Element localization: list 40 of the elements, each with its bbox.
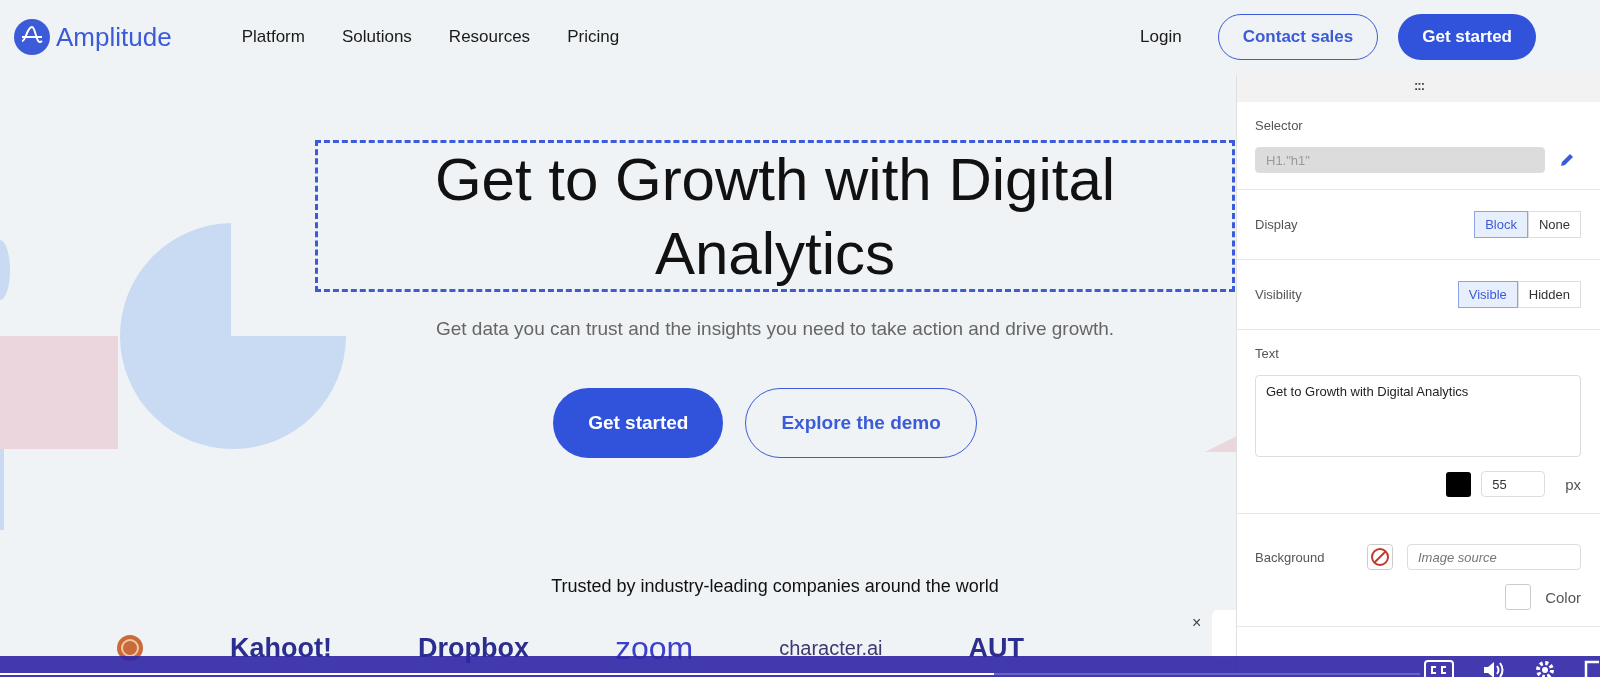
get-started-button[interactable]: Get started: [553, 388, 724, 458]
segment-option[interactable]: None: [1527, 211, 1581, 238]
text-field[interactable]: Get to Growth with Digital Analytics: [1255, 375, 1581, 457]
captions-icon[interactable]: [1424, 660, 1454, 677]
color-swatch[interactable]: [1446, 471, 1472, 497]
settings-icon[interactable]: [1534, 659, 1556, 677]
field-label: Selector: [1255, 118, 1304, 133]
segment-option[interactable]: Hidden: [1517, 281, 1581, 308]
logo-text[interactable]: Amplitude: [56, 21, 172, 53]
hero-heading: Get to Growth with Digital Analytics: [315, 140, 1235, 292]
nav-link[interactable]: Pricing: [567, 27, 620, 47]
field-label: Background: [1255, 549, 1326, 565]
nav-link[interactable]: Resources: [448, 27, 531, 47]
field-label: Text: [1255, 346, 1280, 361]
company-logo: AUT: [968, 632, 1025, 664]
image-source-field[interactable]: Image source: [1407, 544, 1581, 570]
segment-option[interactable]: Block: [1474, 211, 1528, 238]
hero-subtitle: Get data you can trust and the insights you need to take action and drive growth.: [435, 318, 1115, 340]
trusted-title: Trusted by industry-leading companies around the world: [551, 576, 999, 597]
field-label: Visibility: [1255, 287, 1302, 302]
volume-icon[interactable]: [1482, 660, 1506, 677]
company-logo: Kahoot!: [229, 632, 332, 664]
color-checkbox[interactable]: [1505, 584, 1532, 610]
company-logo: Dropbox: [417, 632, 529, 664]
logo-icon[interactable]: [14, 19, 50, 55]
nav-link[interactable]: Solutions: [341, 27, 412, 47]
fullscreen-icon[interactable]: [1584, 660, 1600, 677]
company-logo: character.ai: [779, 636, 883, 660]
pencil-icon[interactable]: [1559, 152, 1575, 168]
unit-label: px: [1565, 475, 1581, 493]
close-icon[interactable]: ×: [1192, 614, 1202, 632]
segment-option[interactable]: Visible: [1457, 281, 1518, 308]
drag-handle[interactable]: :::: [1237, 75, 1600, 102]
login-link[interactable]: Login: [1140, 27, 1182, 47]
font-size-field[interactable]: 55: [1481, 471, 1546, 497]
no-image-icon[interactable]: [1367, 544, 1393, 570]
nav-link[interactable]: Platform: [241, 27, 305, 47]
get-started-button[interactable]: Get started: [1398, 14, 1536, 60]
field-label: Display: [1255, 217, 1298, 232]
checkbox-label: Color: [1545, 588, 1581, 606]
